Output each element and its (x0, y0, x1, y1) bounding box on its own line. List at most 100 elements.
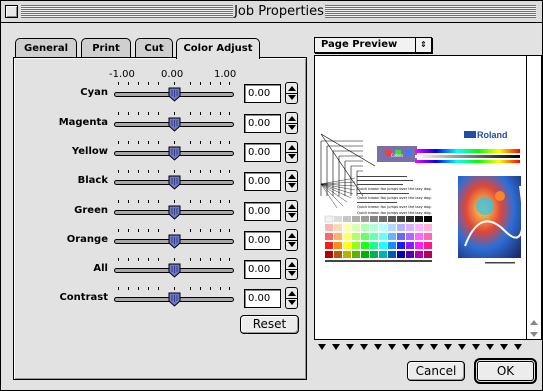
all-stepper[interactable] (285, 258, 298, 280)
triangle-down-icon (388, 344, 396, 350)
stepper-down-arrow-icon[interactable] (288, 300, 296, 305)
magenta-slider-thumb[interactable] (168, 117, 181, 132)
stepper-up-arrow-icon[interactable] (288, 233, 296, 238)
stepper-up-arrow-icon[interactable] (288, 145, 296, 150)
orange-label: Orange (66, 234, 108, 245)
preview-vertical-scrollbar[interactable] (527, 55, 542, 340)
ok-button[interactable]: OK (474, 358, 537, 384)
slider-ticks (118, 287, 230, 291)
scroll-down-arrow-icon[interactable] (530, 332, 538, 337)
tab-color-adjust[interactable]: Color Adjust (176, 38, 260, 59)
magenta-stepper[interactable] (285, 112, 298, 134)
triangle-down-icon (472, 344, 480, 350)
orange-stepper[interactable] (285, 229, 298, 251)
tab-general[interactable]: General (15, 38, 77, 58)
yellow-value-field[interactable]: 0.00 (244, 143, 281, 162)
preview-mode-popup[interactable]: Page Preview ⇕ (314, 37, 432, 53)
slider-tick (174, 200, 175, 203)
slider-tick (220, 170, 221, 173)
slider-tick (190, 200, 191, 203)
slider-tick (210, 200, 211, 203)
stepper-down-arrow-icon[interactable] (288, 183, 296, 188)
triangle-down-icon (374, 344, 382, 350)
tab-cut[interactable]: Cut (135, 38, 173, 58)
stepper-up-arrow-icon[interactable] (288, 291, 296, 296)
magenta-value-field[interactable]: 0.00 (244, 114, 281, 133)
stepper-up-arrow-icon[interactable] (288, 204, 296, 209)
cancel-button[interactable]: Cancel (407, 361, 465, 381)
cyan-slider-thumb[interactable] (168, 87, 181, 102)
slider-tick (128, 229, 129, 232)
orange-value-field[interactable]: 0.00 (244, 231, 281, 250)
slider-tick (229, 141, 230, 144)
slider-tick (148, 141, 149, 144)
stepper-up-arrow-icon[interactable] (288, 116, 296, 121)
orange-slider-thumb[interactable] (168, 234, 181, 249)
slider-tick (210, 82, 211, 85)
slider-tick (128, 258, 129, 261)
svg-text:Quick brown fox jumps over the: Quick brown fox jumps over the lazy dog. (357, 205, 432, 209)
contrast-value-field[interactable]: 0.00 (244, 289, 281, 308)
sample-artwork (458, 176, 521, 258)
stepper-down-arrow-icon[interactable] (288, 242, 296, 247)
slider-tick (158, 287, 159, 290)
contrast-slider-thumb[interactable] (168, 292, 181, 307)
slider-tick (158, 141, 159, 144)
slider-row-contrast: Contrast 0.00 (15, 280, 305, 310)
slider-tick (200, 258, 201, 261)
stepper-down-arrow-icon[interactable] (288, 125, 296, 130)
black-stepper[interactable] (285, 170, 298, 192)
yellow-label: Yellow (71, 146, 108, 157)
triangle-down-icon (444, 344, 452, 350)
slider-tick (128, 112, 129, 115)
rainbow-bar (415, 149, 520, 153)
slider-tick (229, 258, 230, 261)
tab-print[interactable]: Print (81, 38, 131, 58)
triangle-down-icon (416, 344, 424, 350)
triangle-down-icon (402, 344, 410, 350)
green-stepper[interactable] (285, 200, 298, 222)
slider-tick (220, 258, 221, 261)
green-value-field[interactable]: 0.00 (244, 202, 281, 221)
reset-button[interactable]: Reset (240, 315, 299, 334)
cyan-stepper[interactable] (285, 82, 298, 104)
all-label: All (93, 263, 108, 274)
stepper-down-arrow-icon[interactable] (288, 95, 296, 100)
close-box[interactable] (5, 5, 18, 18)
slider-row-all: All 0.00 (15, 251, 305, 281)
contrast-stepper[interactable] (285, 287, 298, 309)
slider-tick (229, 229, 230, 232)
slider-tick (210, 170, 211, 173)
scroll-up-arrow-icon[interactable] (530, 320, 538, 325)
slider-tick (118, 112, 119, 115)
title-bar[interactable]: Job Properties (1, 1, 542, 23)
slider-tick (138, 200, 139, 203)
yellow-slider-thumb[interactable] (168, 146, 181, 161)
all-value-field[interactable]: 0.00 (244, 260, 281, 279)
cyan-value-field[interactable]: 0.00 (244, 84, 281, 103)
all-slider-thumb[interactable] (168, 263, 181, 278)
black-value-field[interactable]: 0.00 (244, 172, 281, 191)
stepper-down-arrow-icon[interactable] (288, 213, 296, 218)
stepper-down-arrow-icon[interactable] (288, 154, 296, 159)
stepper-up-arrow-icon[interactable] (288, 262, 296, 267)
stepper-down-arrow-icon[interactable] (288, 271, 296, 276)
slider-tick (138, 258, 139, 261)
stepper-up-arrow-icon[interactable] (288, 174, 296, 179)
slider-row-cyan: Cyan 0.00 (15, 75, 305, 105)
stepper-up-arrow-icon[interactable] (288, 86, 296, 91)
slider-tick (148, 287, 149, 290)
green-label: Green (74, 205, 108, 216)
black-slider-thumb[interactable] (168, 175, 181, 190)
slider-tick (128, 287, 129, 290)
yellow-stepper[interactable] (285, 141, 298, 163)
svg-text:Quick brown fox jumps over the: Quick brown fox jumps over the lazy dog. (357, 211, 432, 215)
preview-mode-label: Page Preview (321, 39, 398, 50)
magenta-label: Magenta (58, 117, 108, 128)
slider-tick (220, 82, 221, 85)
green-slider-thumb[interactable] (168, 205, 181, 220)
slider-tick (138, 82, 139, 85)
window-title: Job Properties (233, 4, 325, 20)
slider-tick (148, 112, 149, 115)
slider-tick (148, 258, 149, 261)
